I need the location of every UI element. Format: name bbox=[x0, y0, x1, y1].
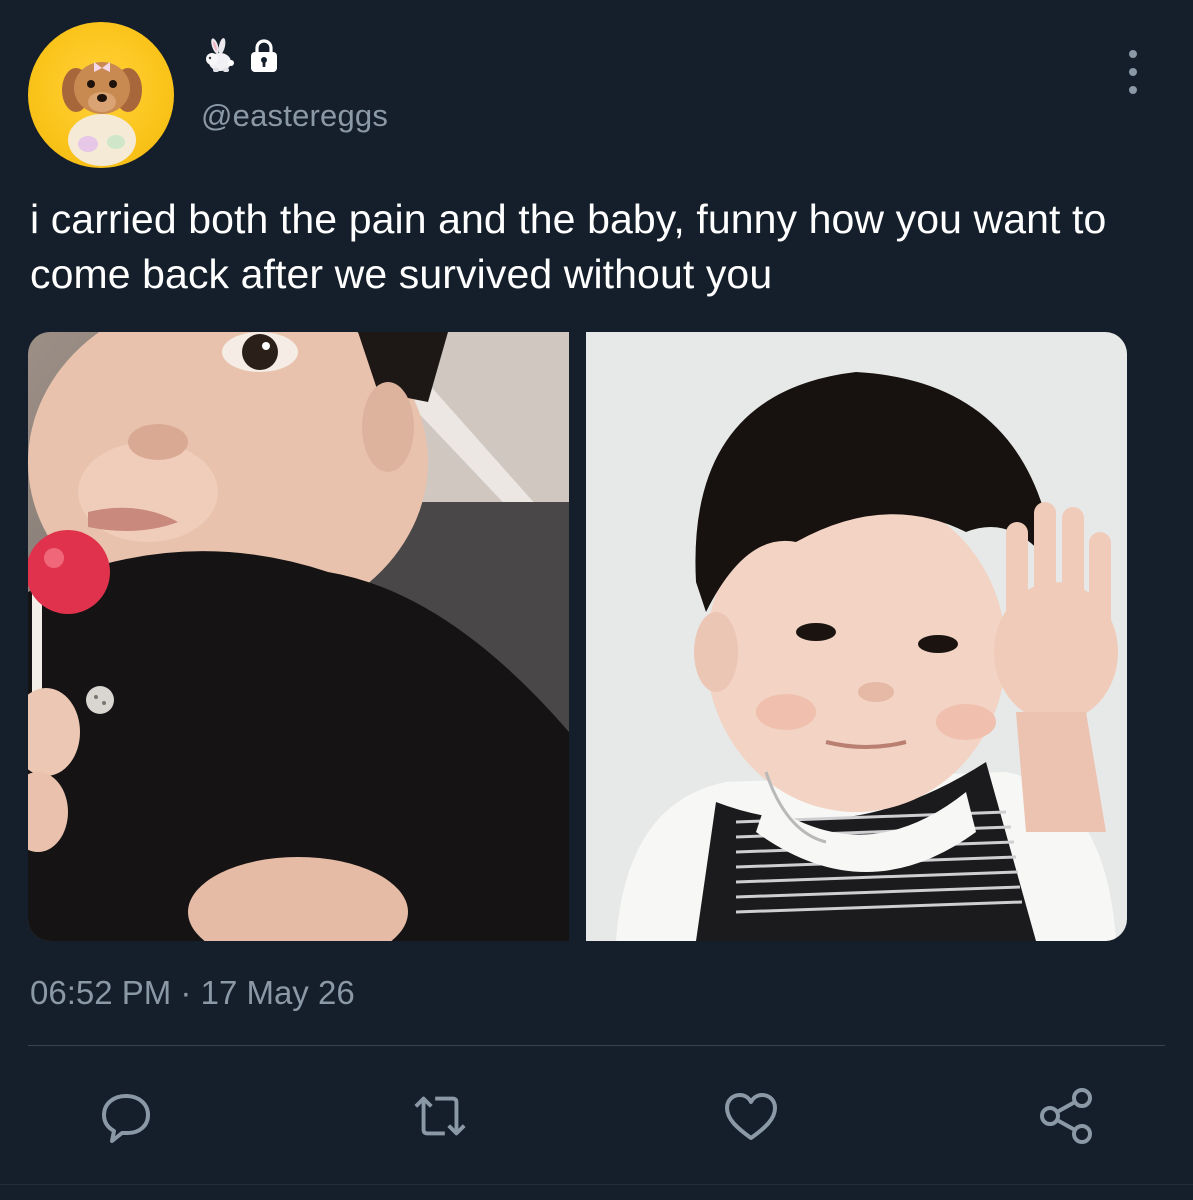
divider bbox=[28, 1045, 1165, 1046]
rabbit-icon bbox=[203, 38, 237, 74]
tweet-media[interactable] bbox=[28, 332, 1127, 941]
retweet-icon[interactable] bbox=[410, 1086, 470, 1146]
display-name[interactable] bbox=[203, 38, 281, 74]
lock-icon bbox=[247, 38, 281, 74]
meta-separator: · bbox=[180, 974, 192, 1011]
photo-child-waving[interactable] bbox=[586, 332, 1127, 941]
more-options-icon[interactable] bbox=[1120, 50, 1146, 94]
like-icon[interactable] bbox=[721, 1086, 781, 1146]
action-bar bbox=[0, 1080, 1193, 1150]
dog-avatar-image bbox=[62, 62, 142, 166]
avatar[interactable] bbox=[28, 22, 174, 168]
bottom-divider bbox=[0, 1184, 1193, 1185]
tweet-card: @eastereggs i carried both the pain and … bbox=[0, 0, 1193, 1200]
tweet-date: 17 May 26 bbox=[200, 974, 355, 1011]
tweet-timestamp: 06:52 PM · 17 May 26 bbox=[30, 974, 355, 1012]
user-handle[interactable]: @eastereggs bbox=[201, 98, 388, 134]
photo-child-lollipop[interactable] bbox=[28, 332, 569, 941]
tweet-text: i carried both the pain and the baby, fu… bbox=[30, 196, 1107, 297]
tweet-time: 06:52 PM bbox=[30, 974, 172, 1011]
reply-icon[interactable] bbox=[96, 1086, 156, 1146]
share-icon[interactable] bbox=[1036, 1086, 1096, 1146]
